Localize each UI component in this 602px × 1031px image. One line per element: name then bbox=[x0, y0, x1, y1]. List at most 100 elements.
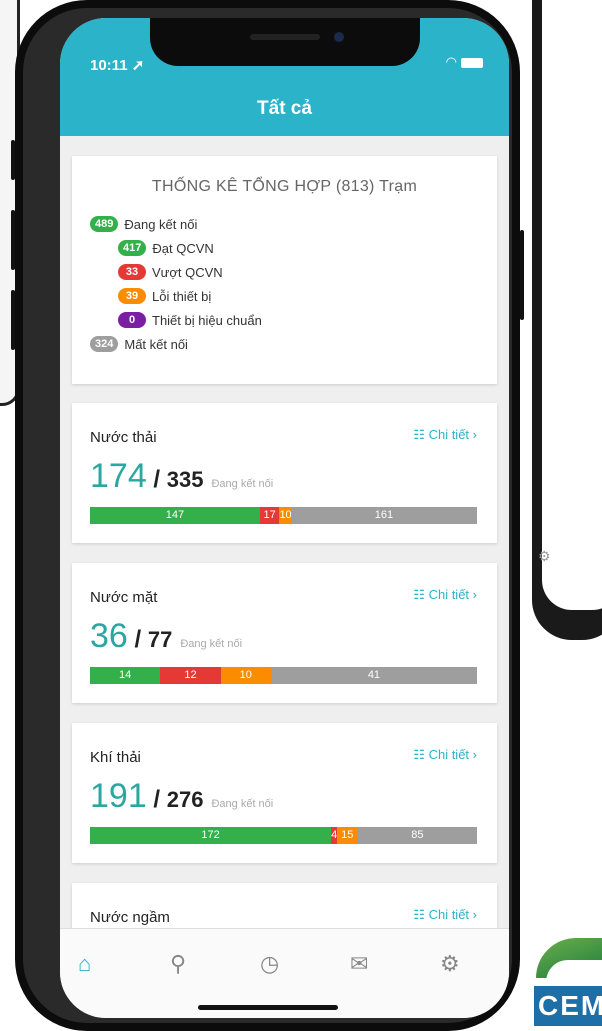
logo-text: CEM bbox=[534, 986, 602, 1026]
summary-card: THỐNG KÊ TỔNG HỢP (813) Trạm 489 Đang kết… bbox=[72, 156, 497, 384]
category-card[interactable]: Nước mặt ☷ Chi tiết › 36 / 77 Đang kết nối 1… bbox=[72, 563, 497, 703]
summary-unit: Trạm bbox=[379, 178, 418, 195]
status-bar-segment: 85 bbox=[357, 827, 477, 844]
chevron-right-icon: › bbox=[469, 747, 477, 762]
detail-label: Chi tiết bbox=[428, 427, 470, 442]
front-camera bbox=[334, 32, 344, 42]
status-indicators: ◠ bbox=[446, 54, 483, 70]
phone-frame: 10:11 ➚ ◠ Tất cả THỐNG KÊ TỔNG HỢP (813)… bbox=[11, 0, 524, 1031]
category-name: Nước ngầm bbox=[90, 909, 170, 926]
station-count: 36 / 77 Đang kết nối bbox=[90, 617, 242, 656]
count-badge: 417 bbox=[118, 240, 147, 256]
category-name: Khí thải bbox=[90, 749, 141, 766]
phone-notch bbox=[150, 18, 420, 66]
status-bar-segment: 17 bbox=[259, 507, 280, 524]
background-phone-screen bbox=[542, 0, 602, 610]
location-arrow-icon: ➚ bbox=[131, 57, 145, 74]
count-badge: 39 bbox=[118, 288, 146, 304]
summary-row-label: Vượt QCVN bbox=[152, 264, 223, 280]
power-button bbox=[520, 230, 524, 320]
clock-icon: ◷ bbox=[260, 951, 280, 976]
map-pin-icon: ⚲ bbox=[170, 951, 187, 976]
mail-icon: ✉ bbox=[350, 951, 369, 976]
sliders-icon: ☷ bbox=[413, 587, 429, 602]
chevron-right-icon: › bbox=[469, 587, 477, 602]
summary-row: 324 Mất kết nối bbox=[90, 336, 188, 352]
category-card[interactable]: Khí thải ☷ Chi tiết › 191 / 276 Đang kết nố… bbox=[72, 723, 497, 863]
status-bar-segment: 41 bbox=[270, 667, 477, 684]
status-bar-segment: 12 bbox=[160, 667, 221, 684]
tab-clock[interactable]: ◷ bbox=[260, 951, 290, 981]
sliders-icon: ☷ bbox=[413, 907, 429, 922]
tab-mail[interactable]: ✉ bbox=[350, 951, 380, 981]
count-badge: 0 bbox=[118, 312, 146, 328]
status-bar-segment: 172 bbox=[90, 827, 332, 844]
summary-row-label: Mất kết nối bbox=[124, 336, 188, 352]
connected-label: Đang kết nối bbox=[211, 478, 274, 490]
side-button bbox=[11, 140, 15, 180]
summary-row-label: Lỗi thiết bị bbox=[152, 288, 212, 304]
sliders-icon: ☷ bbox=[413, 427, 429, 442]
status-time-text: 10:11 bbox=[90, 57, 128, 74]
page-title: Tất cả bbox=[257, 98, 312, 119]
logo-leaf-stripe bbox=[546, 960, 602, 982]
total-count: 276 bbox=[166, 787, 204, 812]
detail-link[interactable]: ☷ Chi tiết › bbox=[413, 587, 477, 603]
status-bar-segment: 147 bbox=[90, 507, 260, 524]
detail-link[interactable]: ☷ Chi tiết › bbox=[413, 427, 477, 443]
count-badge: 324 bbox=[90, 336, 119, 352]
count-separator: / bbox=[146, 786, 167, 813]
status-bar-segment: 14 bbox=[90, 667, 161, 684]
status-time: 10:11 ➚ bbox=[90, 56, 144, 74]
total-count: 335 bbox=[166, 467, 204, 492]
station-count: 174 / 335 Đang kết nối bbox=[90, 457, 273, 496]
background-phone-right: ⚙ bbox=[532, 0, 602, 640]
app-screen: 10:11 ➚ ◠ Tất cả THỐNG KÊ TỔNG HỢP (813)… bbox=[60, 18, 509, 1018]
summary-row: 489 Đang kết nối bbox=[90, 216, 197, 232]
summary-total: (813) bbox=[335, 178, 375, 195]
connected-count: 174 bbox=[90, 457, 147, 495]
status-bar: 172 4 15 85 bbox=[90, 827, 477, 844]
gear-icon: ⚙ bbox=[440, 951, 460, 976]
count-separator: / bbox=[127, 626, 148, 653]
status-bar: 14 12 10 41 bbox=[90, 667, 477, 684]
connected-count: 191 bbox=[90, 777, 147, 815]
summary-row: 39 Lỗi thiết bị bbox=[118, 288, 211, 304]
status-bar-segment: 15 bbox=[336, 827, 358, 844]
summary-row-label: Thiết bị hiệu chuẩn bbox=[152, 312, 262, 328]
tab-map-pin[interactable]: ⚲ bbox=[170, 951, 200, 981]
summary-row: 417 Đạt QCVN bbox=[118, 240, 214, 256]
connected-label: Đang kết nối bbox=[180, 638, 243, 650]
battery-icon bbox=[461, 57, 483, 68]
summary-row: 0 Thiết bị hiệu chuẩn bbox=[118, 312, 262, 328]
home-indicator bbox=[198, 1005, 338, 1010]
chevron-right-icon: › bbox=[469, 427, 477, 442]
status-bar-segment: 10 bbox=[279, 507, 291, 524]
station-count: 191 / 276 Đang kết nối bbox=[90, 777, 273, 816]
speaker-grille bbox=[250, 34, 320, 40]
summary-title: THỐNG KÊ TỔNG HỢP (813) Trạm bbox=[72, 178, 497, 196]
wifi-icon: ◠ bbox=[445, 54, 457, 69]
tab-home[interactable]: ⌂ bbox=[78, 951, 108, 981]
detail-label: Chi tiết bbox=[428, 907, 470, 922]
category-card[interactable]: Nước thải ☷ Chi tiết › 174 / 335 Đang kết n… bbox=[72, 403, 497, 543]
count-badge: 33 bbox=[118, 264, 146, 280]
detail-link[interactable]: ☷ Chi tiết › bbox=[413, 747, 477, 763]
status-bar-segment: 10 bbox=[220, 667, 271, 684]
home-icon: ⌂ bbox=[78, 951, 92, 976]
status-bar: 147 17 10 161 bbox=[90, 507, 477, 524]
volume-down-button bbox=[11, 290, 15, 350]
detail-label: Chi tiết bbox=[428, 747, 470, 762]
chevron-right-icon: › bbox=[469, 907, 477, 922]
sliders-icon: ☷ bbox=[413, 747, 429, 762]
summary-row: 33 Vượt QCVN bbox=[118, 264, 223, 280]
bottom-tab-bar: ⌂ ⚲ ◷ ✉ ⚙ bbox=[60, 928, 509, 1018]
detail-label: Chi tiết bbox=[428, 587, 470, 602]
count-badge: 489 bbox=[90, 216, 119, 232]
tab-gear[interactable]: ⚙ bbox=[440, 951, 470, 981]
background-gear-icon: ⚙ bbox=[538, 548, 551, 564]
category-name: Nước mặt bbox=[90, 589, 158, 606]
count-separator: / bbox=[146, 466, 167, 493]
detail-link[interactable]: ☷ Chi tiết › bbox=[413, 907, 477, 923]
status-bar-segment: 161 bbox=[290, 507, 477, 524]
